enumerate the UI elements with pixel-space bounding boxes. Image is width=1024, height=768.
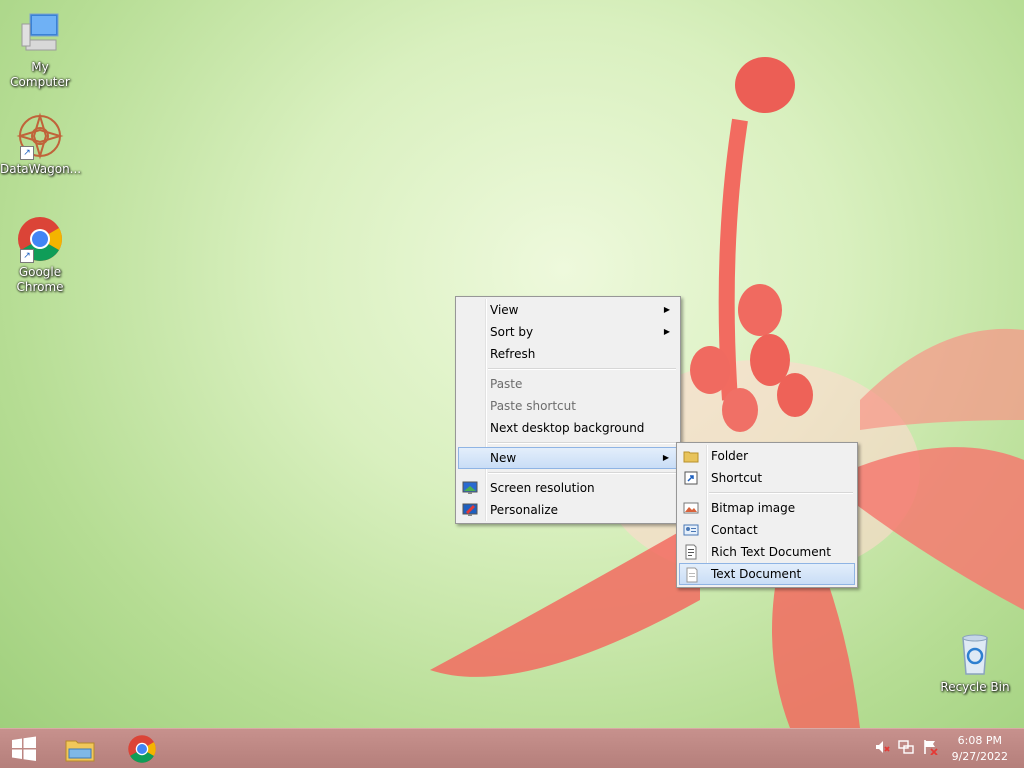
menu-item-label: Screen resolution: [490, 481, 595, 495]
menu-item-sort-by[interactable]: Sort by ▶: [458, 321, 678, 343]
rich-text-document-icon: [685, 544, 697, 560]
menu-item-new-bitmap-image[interactable]: Bitmap image: [679, 497, 855, 519]
menu-item-next-desktop-background[interactable]: Next desktop background: [458, 417, 678, 439]
menu-item-new-folder[interactable]: Folder: [679, 445, 855, 467]
volume-muted-icon[interactable]: [874, 739, 890, 755]
menu-item-label: Rich Text Document: [711, 545, 831, 559]
desktop-icon-label: Recycle Bin: [940, 680, 1010, 694]
menu-separator: [488, 442, 676, 444]
menu-item-label: Contact: [711, 523, 758, 537]
menu-item-new-contact[interactable]: Contact: [679, 519, 855, 541]
taskbar-clock[interactable]: 6:08 PM 9/27/2022: [952, 733, 1008, 765]
menu-separator: [709, 492, 853, 494]
menu-separator: [488, 368, 676, 370]
datawagon-icon: ↗: [16, 112, 64, 160]
screen-resolution-icon: [462, 481, 478, 494]
desktop-icon-label: My Computer: [10, 60, 70, 89]
menu-item-label: View: [490, 303, 519, 317]
desktop-icon-my-computer[interactable]: My Computer: [0, 10, 80, 90]
menu-item-label: New: [490, 451, 517, 465]
bitmap-image-icon: [683, 502, 699, 514]
new-submenu: Folder Shortcut Bitmap image Contact Ric…: [676, 442, 858, 588]
menu-item-label: Personalize: [490, 503, 559, 517]
text-document-icon: [686, 567, 698, 583]
chrome-icon: [128, 735, 156, 763]
clock-date: 9/27/2022: [951, 750, 1008, 763]
menu-item-refresh[interactable]: Refresh: [458, 343, 678, 365]
menu-item-new-rich-text-document[interactable]: Rich Text Document: [679, 541, 855, 563]
chrome-icon: ↗: [16, 215, 64, 263]
clock-time: 6:08 PM: [957, 734, 1002, 747]
contact-icon: [683, 524, 699, 536]
shortcut-arrow-icon: ↗: [20, 146, 34, 160]
menu-item-new[interactable]: New ▶: [458, 447, 678, 469]
menu-separator: [488, 472, 676, 474]
personalize-icon: [462, 503, 478, 516]
recycle-bin-icon: [951, 630, 999, 678]
menu-item-personalize[interactable]: Personalize: [458, 499, 678, 521]
start-button[interactable]: [2, 731, 46, 767]
menu-item-label: Refresh: [490, 347, 536, 361]
action-center-icon[interactable]: [922, 739, 938, 755]
desktop-icon-datawagon[interactable]: ↗ DataWagon...: [0, 112, 82, 177]
network-icon[interactable]: [898, 739, 914, 755]
shortcut-arrow-icon: ↗: [20, 249, 34, 263]
menu-item-label: Folder: [711, 449, 749, 463]
windows-start-icon: [12, 736, 36, 761]
menu-item-label: Text Document: [711, 567, 802, 581]
file-explorer-icon: [65, 740, 95, 762]
submenu-arrow-icon: ▶: [663, 305, 670, 314]
menu-item-label: Shortcut: [711, 471, 763, 485]
menu-item-label: Bitmap image: [711, 501, 796, 515]
menu-item-label: Next desktop background: [490, 421, 645, 435]
menu-item-label: Paste: [490, 377, 523, 391]
folder-icon: [683, 451, 699, 463]
my-computer-icon: [16, 10, 64, 58]
taskbar: 6:08 PM 9/27/2022: [0, 728, 1024, 768]
menu-item-label: Paste shortcut: [490, 399, 576, 413]
chrome-taskbar-button[interactable]: [120, 731, 164, 767]
menu-item-new-text-document[interactable]: Text Document: [679, 563, 855, 585]
menu-item-screen-resolution[interactable]: Screen resolution: [458, 477, 678, 499]
menu-item-new-shortcut[interactable]: Shortcut: [679, 467, 855, 489]
shortcut-icon: [684, 471, 698, 485]
menu-item-label: Sort by: [490, 325, 534, 339]
submenu-arrow-icon: ▶: [663, 327, 670, 336]
desktop-icon-recycle-bin[interactable]: Recycle Bin: [935, 630, 1015, 695]
menu-item-paste: Paste: [458, 373, 678, 395]
menu-item-paste-shortcut: Paste shortcut: [458, 395, 678, 417]
desktop-icon-google-chrome[interactable]: ↗ Google Chrome: [0, 215, 80, 295]
submenu-arrow-icon: ▶: [662, 453, 669, 462]
desktop-context-menu: View ▶ Sort by ▶ Refresh Paste Paste short…: [455, 296, 681, 524]
file-explorer-taskbar-button[interactable]: [58, 731, 102, 767]
desktop[interactable]: My Computer ↗ DataWagon... ↗ Google Chro…: [0, 0, 1024, 728]
desktop-icon-label: Google Chrome: [16, 265, 64, 294]
desktop-icon-label: DataWagon...: [0, 162, 82, 176]
menu-item-view[interactable]: View ▶: [458, 299, 678, 321]
